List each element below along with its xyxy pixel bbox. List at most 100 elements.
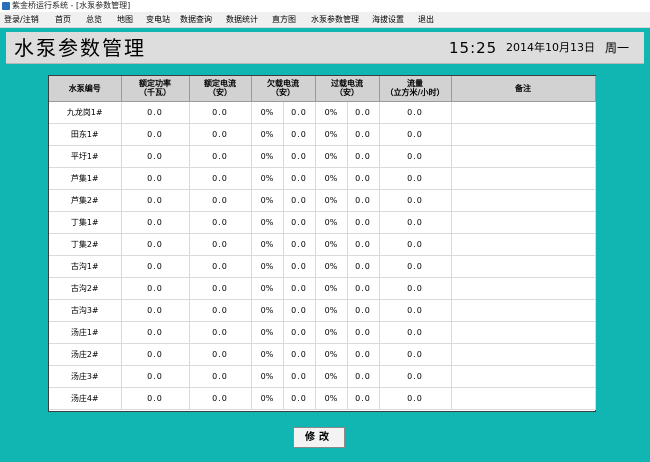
flow-cell[interactable]: 0.0 [379,145,452,168]
underload-value-cell[interactable]: 0.0 [283,101,316,124]
overload-value-cell[interactable]: 0.0 [347,101,380,124]
overload-value-cell[interactable]: 0.0 [347,365,380,388]
underload-value-cell[interactable]: 0.0 [283,233,316,256]
underload-value-cell[interactable]: 0.0 [283,365,316,388]
overload-value-cell[interactable]: 0.0 [347,211,380,234]
rated-current-cell[interactable]: 0.0 [189,167,252,190]
underload-percent-cell[interactable]: 0% [251,123,284,146]
flow-cell[interactable]: 0.0 [379,189,452,212]
menu-data-query[interactable]: 数据查询 [180,12,212,28]
rated-current-cell[interactable]: 0.0 [189,101,252,124]
overload-percent-cell[interactable]: 0% [315,343,348,366]
rated-power-cell[interactable]: 0.0 [121,365,190,388]
menu-substation[interactable]: 变电站 [146,12,170,28]
overload-value-cell[interactable]: 0.0 [347,277,380,300]
underload-percent-cell[interactable]: 0% [251,145,284,168]
menu-overview[interactable]: 总览 [86,12,102,28]
overload-value-cell[interactable]: 0.0 [347,387,380,410]
pump-id-cell[interactable]: 汤庄1# [49,321,122,344]
rated-power-cell[interactable]: 0.0 [121,255,190,278]
flow-cell[interactable]: 0.0 [379,123,452,146]
note-cell[interactable] [451,167,596,190]
menu-exit[interactable]: 退出 [418,12,434,28]
rated-current-cell[interactable]: 0.0 [189,123,252,146]
overload-value-cell[interactable]: 0.0 [347,145,380,168]
overload-percent-cell[interactable]: 0% [315,189,348,212]
overload-percent-cell[interactable]: 0% [315,255,348,278]
overload-percent-cell[interactable]: 0% [315,145,348,168]
underload-value-cell[interactable]: 0.0 [283,123,316,146]
pump-id-cell[interactable]: 丁集2# [49,233,122,256]
overload-value-cell[interactable]: 0.0 [347,123,380,146]
rated-current-cell[interactable]: 0.0 [189,211,252,234]
flow-cell[interactable]: 0.0 [379,255,452,278]
rated-current-cell[interactable]: 0.0 [189,189,252,212]
note-cell[interactable] [451,321,596,344]
underload-value-cell[interactable]: 0.0 [283,145,316,168]
note-cell[interactable] [451,255,596,278]
note-cell[interactable] [451,365,596,388]
menu-histogram[interactable]: 直方图 [272,12,296,28]
rated-current-cell[interactable]: 0.0 [189,145,252,168]
underload-value-cell[interactable]: 0.0 [283,299,316,322]
rated-power-cell[interactable]: 0.0 [121,211,190,234]
pump-id-cell[interactable]: 汤庄2# [49,343,122,366]
flow-cell[interactable]: 0.0 [379,387,452,410]
underload-value-cell[interactable]: 0.0 [283,189,316,212]
note-cell[interactable] [451,123,596,146]
overload-percent-cell[interactable]: 0% [315,123,348,146]
underload-percent-cell[interactable]: 0% [251,299,284,322]
flow-cell[interactable]: 0.0 [379,211,452,234]
rated-power-cell[interactable]: 0.0 [121,101,190,124]
overload-percent-cell[interactable]: 0% [315,233,348,256]
underload-value-cell[interactable]: 0.0 [283,343,316,366]
note-cell[interactable] [451,343,596,366]
rated-power-cell[interactable]: 0.0 [121,189,190,212]
pump-id-cell[interactable]: 田东1# [49,123,122,146]
note-cell[interactable] [451,145,596,168]
underload-percent-cell[interactable]: 0% [251,387,284,410]
flow-cell[interactable]: 0.0 [379,101,452,124]
pump-id-cell[interactable]: 汤庄4# [49,387,122,410]
note-cell[interactable] [451,387,596,410]
underload-percent-cell[interactable]: 0% [251,343,284,366]
flow-cell[interactable]: 0.0 [379,365,452,388]
overload-percent-cell[interactable]: 0% [315,365,348,388]
rated-power-cell[interactable]: 0.0 [121,387,190,410]
pump-id-cell[interactable]: 芦集2# [49,189,122,212]
menu-data-statistics[interactable]: 数据统计 [226,12,258,28]
flow-cell[interactable]: 0.0 [379,321,452,344]
pump-id-cell[interactable]: 平圩1# [49,145,122,168]
rated-current-cell[interactable]: 0.0 [189,299,252,322]
overload-value-cell[interactable]: 0.0 [347,255,380,278]
flow-cell[interactable]: 0.0 [379,233,452,256]
rated-power-cell[interactable]: 0.0 [121,343,190,366]
pump-id-cell[interactable]: 古沟2# [49,277,122,300]
note-cell[interactable] [451,277,596,300]
rated-current-cell[interactable]: 0.0 [189,277,252,300]
underload-percent-cell[interactable]: 0% [251,277,284,300]
pump-id-cell[interactable]: 汤庄3# [49,365,122,388]
overload-percent-cell[interactable]: 0% [315,387,348,410]
rated-power-cell[interactable]: 0.0 [121,299,190,322]
underload-percent-cell[interactable]: 0% [251,101,284,124]
underload-percent-cell[interactable]: 0% [251,189,284,212]
rated-power-cell[interactable]: 0.0 [121,233,190,256]
underload-percent-cell[interactable]: 0% [251,255,284,278]
rated-current-cell[interactable]: 0.0 [189,255,252,278]
underload-percent-cell[interactable]: 0% [251,211,284,234]
menu-altitude-settings[interactable]: 海拔设置 [372,12,404,28]
rated-current-cell[interactable]: 0.0 [189,321,252,344]
underload-percent-cell[interactable]: 0% [251,233,284,256]
flow-cell[interactable]: 0.0 [379,167,452,190]
underload-value-cell[interactable]: 0.0 [283,387,316,410]
underload-value-cell[interactable]: 0.0 [283,277,316,300]
pump-id-cell[interactable]: 九龙岗1# [49,101,122,124]
overload-value-cell[interactable]: 0.0 [347,189,380,212]
overload-percent-cell[interactable]: 0% [315,167,348,190]
menu-pump-params[interactable]: 水泵参数管理 [311,12,359,28]
flow-cell[interactable]: 0.0 [379,299,452,322]
flow-cell[interactable]: 0.0 [379,343,452,366]
note-cell[interactable] [451,233,596,256]
pump-id-cell[interactable]: 古沟3# [49,299,122,322]
